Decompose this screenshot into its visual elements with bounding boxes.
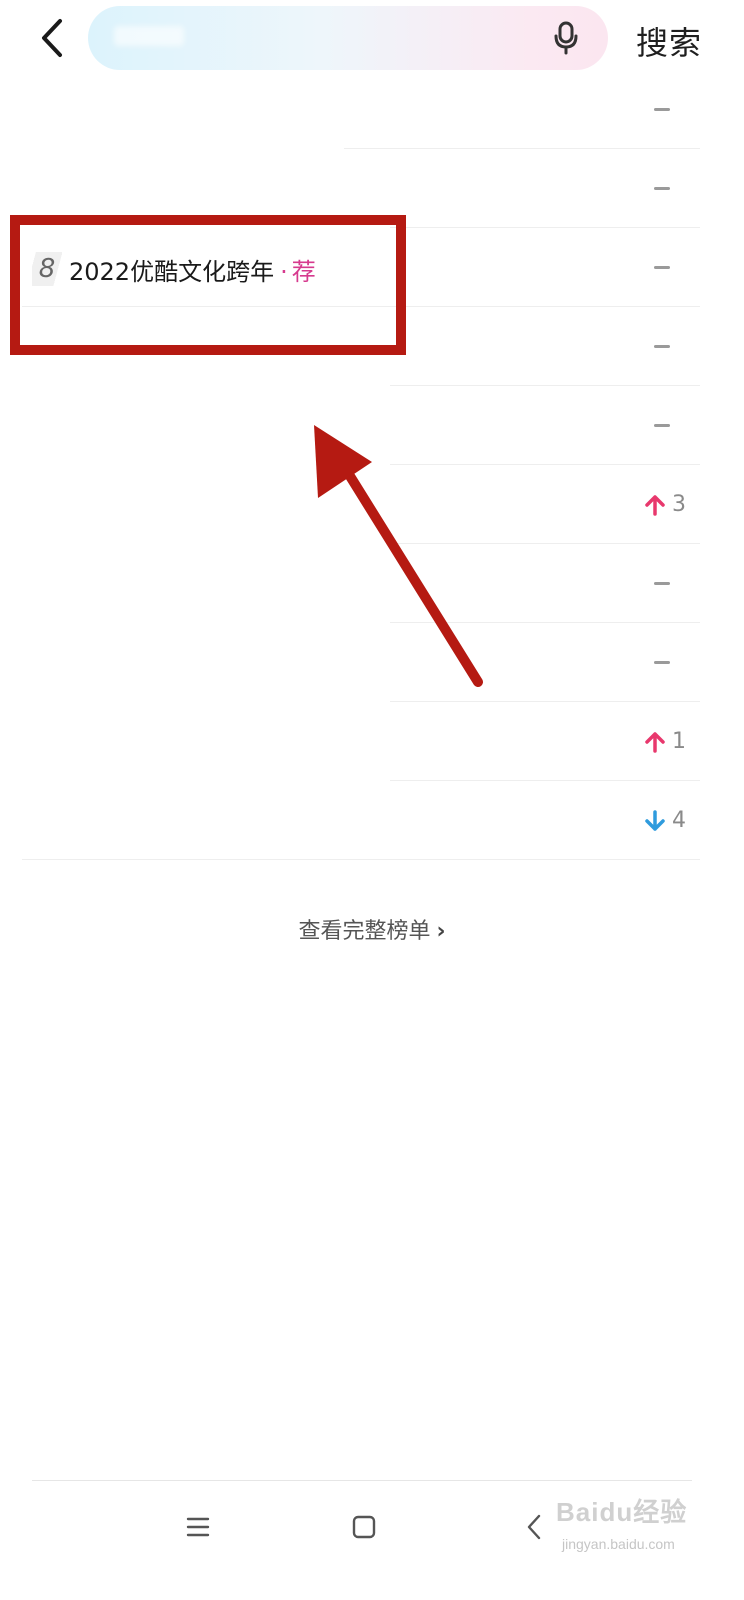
trend-indicator: 1 (644, 702, 686, 781)
trend-indicator (654, 149, 686, 228)
list-item[interactable] (22, 70, 700, 149)
no-change-icon (654, 345, 670, 348)
no-change-icon (654, 424, 670, 427)
row-divider (22, 859, 700, 860)
list-item[interactable]: 4 (22, 781, 700, 860)
list-item[interactable] (22, 623, 700, 702)
list-item[interactable]: 3 (22, 465, 700, 544)
recommend-tag: 荐 (291, 258, 316, 286)
no-change-icon (654, 108, 670, 111)
view-full-list-label: 查看完整榜单 (298, 919, 431, 944)
list-item[interactable]: 1 (22, 702, 700, 781)
search-input[interactable] (88, 6, 608, 70)
back-button[interactable] (30, 16, 74, 60)
list-item[interactable] (22, 307, 700, 386)
trend-indicator: 3 (644, 465, 686, 544)
nav-menu-button[interactable] (176, 1505, 220, 1549)
trend-indicator (654, 70, 686, 149)
view-full-list-link[interactable]: 查看完整榜单 › (0, 913, 744, 945)
search-placeholder-blurred (114, 26, 184, 46)
nav-home-button[interactable] (342, 1505, 386, 1549)
no-change-icon (654, 661, 670, 664)
trend-count: 3 (672, 492, 686, 517)
trend-indicator (654, 544, 686, 623)
item-title-text: 2022优酷文化跨年 (69, 258, 275, 286)
watermark-url: jingyan.baidu.com (562, 1536, 675, 1552)
list-item[interactable] (22, 149, 700, 228)
trend-count: 4 (672, 808, 686, 833)
nav-back-button[interactable] (512, 1505, 556, 1549)
watermark-logo: Baidu经验 (556, 1497, 688, 1527)
voice-search-button[interactable] (546, 18, 586, 58)
back-chevron-icon (527, 1514, 541, 1540)
home-square-icon (352, 1515, 376, 1539)
search-button[interactable]: 搜索 (636, 18, 702, 64)
trend-count: 1 (672, 729, 686, 754)
microphone-icon (554, 21, 578, 55)
rank-number: 8 (32, 252, 62, 286)
chevron-left-icon (42, 19, 62, 57)
trend-indicator (654, 307, 686, 386)
trend-indicator (654, 386, 686, 465)
no-change-icon (654, 266, 670, 269)
item-title[interactable]: 2022优酷文化跨年 · 荐 (69, 252, 316, 287)
list-item[interactable] (22, 386, 700, 465)
trend-indicator (654, 623, 686, 702)
nav-divider (32, 1480, 692, 1481)
menu-icon (186, 1517, 210, 1537)
chevron-right-icon: › (436, 919, 446, 944)
arrow-up-icon (644, 731, 666, 753)
list-item[interactable] (22, 544, 700, 623)
no-change-icon (654, 187, 670, 190)
trend-indicator (654, 228, 686, 307)
item-separator: · (280, 258, 288, 286)
list-item-highlighted[interactable]: 8 2022优酷文化跨年 · 荐 (22, 228, 700, 307)
no-change-icon (654, 582, 670, 585)
trend-indicator: 4 (644, 781, 686, 860)
ranking-list: 8 2022优酷文化跨年 · 荐 3 1 4 (22, 70, 700, 860)
arrow-up-icon (644, 494, 666, 516)
arrow-down-icon (644, 809, 666, 832)
